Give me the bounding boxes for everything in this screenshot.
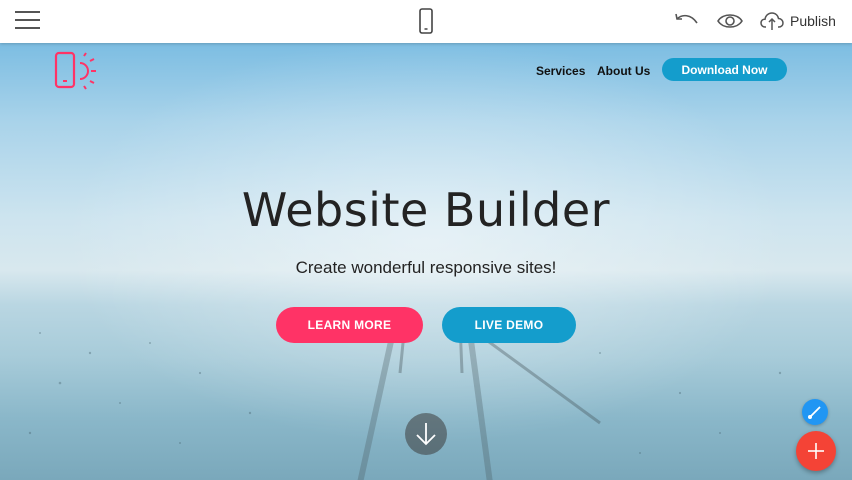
hero-section: Services About Us Download Now Website B… [0,43,852,480]
nav-link-about[interactable]: About Us [597,59,650,83]
phone-sun-logo[interactable] [54,51,100,91]
download-now-button[interactable]: Download Now [662,58,787,81]
arrow-down-icon [416,423,436,446]
plus-icon [808,443,824,459]
nav-services-label: Services [536,64,586,78]
eye-icon[interactable] [716,11,744,31]
theme-brush-button[interactable] [802,399,828,425]
scroll-down-button[interactable] [405,413,447,455]
add-block-button[interactable] [796,431,836,471]
paint-brush-icon [808,406,821,419]
learn-more-button[interactable]: LEARN MORE [276,307,423,343]
nav-link-services[interactable]: Services [536,59,585,83]
editor-toolbar: Publish [0,0,852,43]
undo-icon[interactable] [674,11,700,31]
hero-subtitle: Create wonderful responsive sites! [295,258,557,277]
publish-label: Publish [790,13,836,29]
publish-button[interactable]: Publish [760,9,836,33]
live-demo-button[interactable]: LIVE DEMO [442,307,576,343]
mobile-phone-icon[interactable] [418,8,434,34]
hamburger-menu-icon[interactable] [15,11,41,31]
nav-about-label: About Us [597,64,651,78]
cloud-upload-icon [760,12,784,30]
hero-title: Website Builder [241,183,611,237]
